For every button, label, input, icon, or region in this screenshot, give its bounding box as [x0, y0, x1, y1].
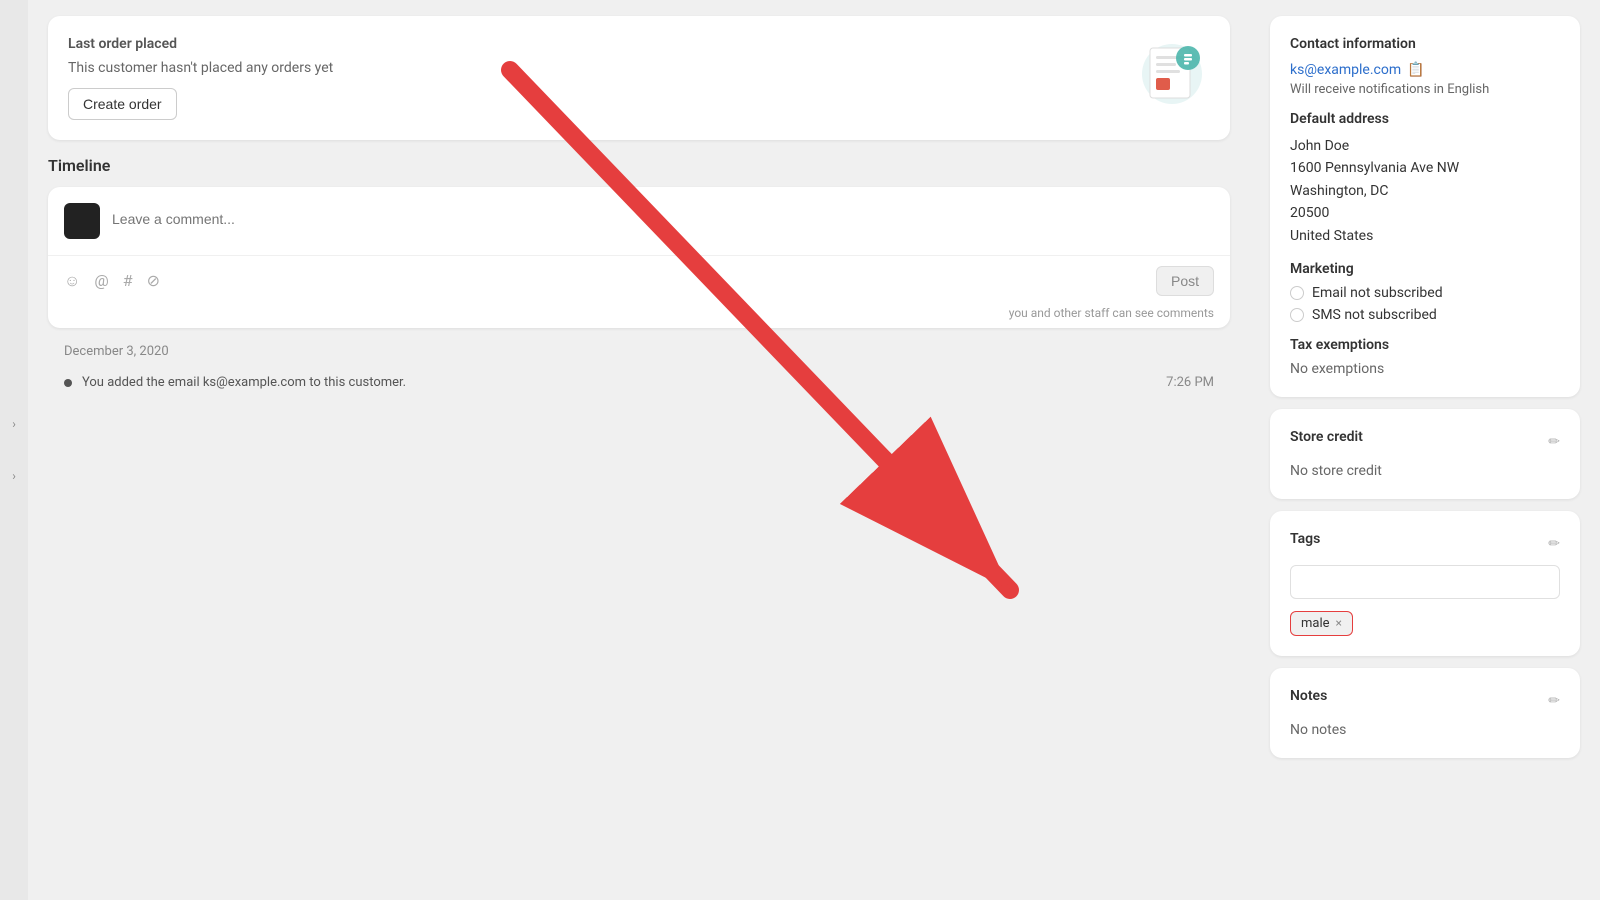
- address-name: John Doe: [1290, 138, 1349, 154]
- address-zip: 20500: [1290, 205, 1329, 221]
- right-panel: Contact information ks@example.com 📋 Wil…: [1250, 0, 1600, 900]
- tag-label: male: [1301, 616, 1330, 631]
- marketing-label: Marketing: [1290, 261, 1560, 277]
- sms-marketing-text: SMS not subscribed: [1312, 307, 1437, 323]
- address-text: John Doe 1600 Pennsylvania Ave NW Washin…: [1290, 135, 1560, 247]
- tax-exemptions-label: Tax exemptions: [1290, 337, 1560, 353]
- tag-close-icon[interactable]: ×: [1336, 616, 1342, 630]
- sms-radio[interactable]: [1290, 308, 1304, 322]
- notes-title: Notes: [1290, 688, 1327, 704]
- default-address-label: Default address: [1290, 111, 1560, 127]
- email-marketing-item: Email not subscribed: [1290, 285, 1560, 301]
- email-marketing-text: Email not subscribed: [1312, 285, 1443, 301]
- no-orders-text: This customer hasn't placed any orders y…: [68, 60, 1120, 76]
- notes-edit-icon[interactable]: ✏: [1548, 693, 1560, 709]
- sms-marketing-item: SMS not subscribed: [1290, 307, 1560, 323]
- comment-input[interactable]: [112, 203, 1214, 235]
- order-illustration: [1120, 36, 1210, 111]
- store-credit-value: No store credit: [1290, 463, 1560, 479]
- sidebar-toggle-top[interactable]: ›: [4, 408, 24, 440]
- contact-info-title: Contact information: [1290, 36, 1560, 52]
- tax-exemptions-value: No exemptions: [1290, 361, 1560, 377]
- staff-note: you and other staff can see comments: [48, 306, 1230, 328]
- sidebar-toggle-bottom[interactable]: ›: [4, 460, 24, 492]
- address-country: United States: [1290, 228, 1373, 244]
- copy-icon[interactable]: 📋: [1407, 62, 1424, 78]
- timeline-event: You added the email ks@example.com to th…: [48, 367, 1230, 398]
- timeline-heading: Timeline: [48, 156, 1230, 175]
- store-credit-title: Store credit: [1290, 429, 1363, 445]
- notes-card: Notes ✏ No notes: [1270, 668, 1580, 758]
- create-order-button[interactable]: Create order: [68, 88, 177, 120]
- notification-language: Will receive notifications in English: [1290, 82, 1560, 97]
- tags-edit-icon[interactable]: ✏: [1548, 536, 1560, 552]
- mention-icon[interactable]: @: [94, 271, 108, 291]
- hashtag-icon[interactable]: #: [123, 271, 133, 291]
- avatar: [64, 203, 100, 239]
- last-order-heading: Last order placed: [68, 36, 1120, 52]
- address-street: 1600 Pennsylvania Ave NW: [1290, 160, 1459, 176]
- timeline-time: 7:26 PM: [1166, 375, 1214, 390]
- post-button[interactable]: Post: [1156, 266, 1214, 296]
- store-credit-edit-icon[interactable]: ✏: [1548, 434, 1560, 450]
- link-icon[interactable]: ⊘: [147, 271, 160, 291]
- address-city: Washington, DC: [1290, 183, 1388, 199]
- timeline-date: December 3, 2020: [48, 344, 1230, 359]
- tags-card: Tags ✏ male ×: [1270, 511, 1580, 656]
- contact-info-card: Contact information ks@example.com 📋 Wil…: [1270, 16, 1580, 397]
- comment-box: ☺ @ # ⊘ Post you and other staff can see…: [48, 187, 1230, 328]
- emoji-icon[interactable]: ☺: [64, 271, 80, 291]
- store-credit-card: Store credit ✏ No store credit: [1270, 409, 1580, 499]
- tags-input[interactable]: [1290, 565, 1560, 599]
- timeline-event-text: You added the email ks@example.com to th…: [82, 375, 406, 390]
- email-radio[interactable]: [1290, 286, 1304, 300]
- last-order-card: Last order placed This customer hasn't p…: [48, 16, 1230, 140]
- email-link[interactable]: ks@example.com: [1290, 62, 1401, 78]
- timeline-dot: [64, 379, 72, 387]
- notes-value: No notes: [1290, 722, 1560, 738]
- tag-male[interactable]: male ×: [1290, 611, 1353, 636]
- tags-title: Tags: [1290, 531, 1320, 547]
